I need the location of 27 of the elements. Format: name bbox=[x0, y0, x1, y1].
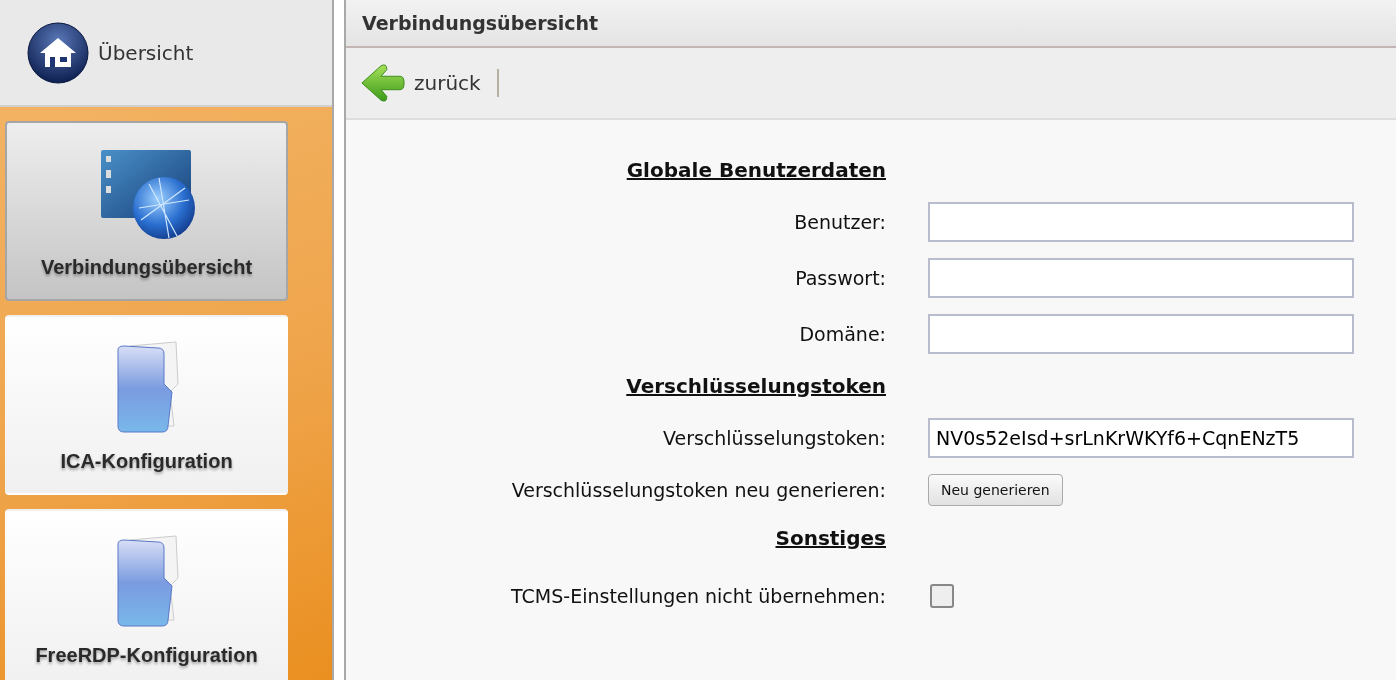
field-label: Benutzer: bbox=[794, 211, 886, 233]
network-globe-icon bbox=[98, 148, 195, 242]
nav-tile[interactable]: ICA-Konfiguration bbox=[5, 315, 288, 495]
nav-tile-label: FreeRDP-Konfiguration bbox=[35, 644, 258, 667]
regenerate-button[interactable]: Neu generieren bbox=[928, 474, 1063, 506]
home-link[interactable]: Übersicht bbox=[0, 0, 332, 107]
back-button[interactable]: zurück bbox=[360, 61, 497, 105]
field-label: Verschlüsselungstoken neu generieren: bbox=[511, 479, 886, 501]
nav-tile-label: Verbindungsübersicht bbox=[40, 256, 253, 279]
field-label: Verschlüsselungstoken: bbox=[662, 427, 886, 449]
nav-tile-label: ICA-Konfiguration bbox=[60, 450, 233, 473]
page-title: Verbindungsübersicht bbox=[346, 0, 1396, 48]
section-heading: Sonstiges bbox=[775, 525, 886, 552]
input-field[interactable] bbox=[928, 258, 1354, 298]
nav-tile[interactable]: FreeRDP-Konfiguration bbox=[5, 509, 288, 680]
field-label: TCMS-Einstellungen nicht übernehmen: bbox=[511, 585, 886, 607]
input-field[interactable] bbox=[928, 314, 1354, 354]
checkbox[interactable] bbox=[930, 584, 954, 608]
field-label: Passwort: bbox=[795, 267, 886, 289]
section-heading: Verschlüsselungstoken bbox=[626, 373, 886, 400]
back-arrow-icon bbox=[360, 62, 406, 104]
section-heading: Globale Benutzerdaten bbox=[626, 157, 886, 184]
home-icon bbox=[27, 21, 89, 84]
input-field[interactable]: NV0s52eIsd+srLnKrWKYf6+CqnENzT5 bbox=[928, 418, 1354, 458]
nav-tile[interactable]: Verbindungsübersicht bbox=[5, 121, 288, 301]
input-field[interactable] bbox=[928, 202, 1354, 242]
field-label: Domäne: bbox=[799, 323, 886, 345]
